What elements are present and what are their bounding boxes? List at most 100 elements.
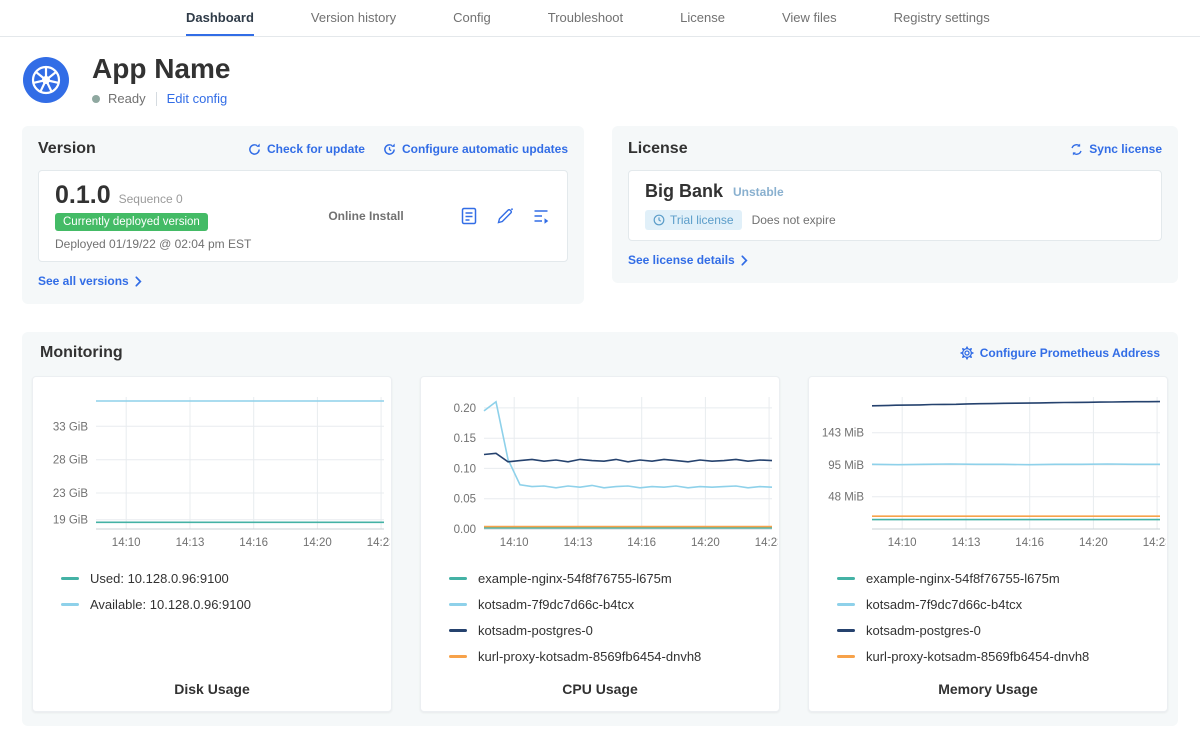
legend-label: kotsadm-postgres-0 xyxy=(478,623,593,638)
trial-license-label: Trial license xyxy=(670,213,734,227)
tab-troubleshoot[interactable]: Troubleshoot xyxy=(548,0,623,36)
app-header: App Name Ready Edit config xyxy=(22,53,1178,106)
svg-text:14:23: 14:23 xyxy=(367,537,390,549)
svg-text:14:20: 14:20 xyxy=(1079,537,1108,549)
sync-license-link[interactable]: Sync license xyxy=(1070,142,1162,156)
app-title: App Name xyxy=(92,53,230,85)
kubernetes-logo-icon xyxy=(22,56,70,104)
trial-license-badge: Trial license xyxy=(645,210,742,230)
tab-config[interactable]: Config xyxy=(453,0,491,36)
legend-item: example-nginx-54f8f76755-l675m xyxy=(449,571,779,586)
expiration-text: Does not expire xyxy=(752,213,836,227)
app-title-block: App Name Ready Edit config xyxy=(92,53,230,106)
license-box: Big Bank Unstable Trial license Does not… xyxy=(628,170,1162,241)
app-status-dot xyxy=(92,95,100,103)
tab-registry-settings[interactable]: Registry settings xyxy=(894,0,990,36)
cards-row: Version Check for update Configure autom… xyxy=(22,126,1178,304)
main-content: App Name Ready Edit config Version Check… xyxy=(0,53,1200,726)
monitoring-header: Monitoring Configure Prometheus Address xyxy=(32,344,1168,362)
version-card-title: Version xyxy=(38,140,96,158)
cpu-usage-legend: example-nginx-54f8f76755-l675mkotsadm-7f… xyxy=(449,571,779,664)
license-type-row: Trial license Does not expire xyxy=(645,210,1145,230)
license-customer-row: Big Bank Unstable xyxy=(645,181,1145,202)
install-type-label: Online Install xyxy=(273,209,459,223)
release-notes-icon[interactable] xyxy=(459,206,479,226)
legend-swatch xyxy=(61,577,79,580)
legend-item: example-nginx-54f8f76755-l675m xyxy=(837,571,1167,586)
legend-label: example-nginx-54f8f76755-l675m xyxy=(866,571,1060,586)
sequence-label: Sequence 0 xyxy=(119,192,183,206)
chevron-right-icon xyxy=(741,255,748,266)
legend-item: kotsadm-7f9dc7d66c-b4tcx xyxy=(837,597,1167,612)
svg-text:14:13: 14:13 xyxy=(176,537,205,549)
legend-label: Available: 10.128.0.96:9100 xyxy=(90,597,251,612)
svg-text:143 MiB: 143 MiB xyxy=(822,428,865,440)
see-all-versions-link[interactable]: See all versions xyxy=(38,274,142,288)
app-status-label: Ready xyxy=(108,91,146,106)
license-card: License Sync license Big Bank Unstable xyxy=(612,126,1178,283)
svg-text:0.05: 0.05 xyxy=(454,494,476,506)
see-license-details-link[interactable]: See license details xyxy=(628,253,748,267)
svg-text:0.15: 0.15 xyxy=(454,433,476,445)
app-status-row: Ready Edit config xyxy=(92,91,230,106)
chart-card-cpu-usage: 0.200.150.100.050.0014:1014:1314:1614:20… xyxy=(420,376,780,712)
legend-item: Used: 10.128.0.96:9100 xyxy=(61,571,391,586)
svg-text:14:23: 14:23 xyxy=(755,537,778,549)
legend-swatch xyxy=(837,577,855,580)
preflight-checks-icon[interactable] xyxy=(495,206,515,226)
current-version-info: 0.1.0 Sequence 0 Currently deployed vers… xyxy=(55,181,273,251)
legend-swatch xyxy=(837,603,855,606)
deploy-logs-icon[interactable] xyxy=(531,206,551,226)
version-card: Version Check for update Configure autom… xyxy=(22,126,584,304)
see-all-versions-label: See all versions xyxy=(38,274,129,288)
memory-usage-chart: 143 MiB95 MiB48 MiB14:1014:1314:1614:201… xyxy=(810,387,1166,555)
legend-label: kurl-proxy-kotsadm-8569fb6454-dnvh8 xyxy=(866,649,1089,664)
legend-swatch xyxy=(61,603,79,606)
svg-text:0.00: 0.00 xyxy=(454,524,476,536)
tab-version-history[interactable]: Version history xyxy=(311,0,396,36)
monitoring-title: Monitoring xyxy=(40,344,123,362)
version-card-header: Version Check for update Configure autom… xyxy=(38,140,568,158)
svg-text:14:16: 14:16 xyxy=(1015,537,1044,549)
check-for-update-label: Check for update xyxy=(267,142,365,156)
svg-text:28 GiB: 28 GiB xyxy=(53,455,88,467)
svg-text:33 GiB: 33 GiB xyxy=(53,421,88,433)
see-license-details-label: See license details xyxy=(628,253,735,267)
svg-text:14:16: 14:16 xyxy=(239,537,268,549)
legend-label: Used: 10.128.0.96:9100 xyxy=(90,571,229,586)
configure-prometheus-link[interactable]: Configure Prometheus Address xyxy=(960,346,1160,360)
configure-automatic-updates-link[interactable]: Configure automatic updates xyxy=(383,142,568,156)
legend-item: kotsadm-postgres-0 xyxy=(837,623,1167,638)
svg-text:14:23: 14:23 xyxy=(1143,537,1166,549)
legend-label: kotsadm-postgres-0 xyxy=(866,623,981,638)
svg-text:14:13: 14:13 xyxy=(952,537,981,549)
svg-text:14:13: 14:13 xyxy=(564,537,593,549)
divider xyxy=(156,92,157,106)
svg-text:0.10: 0.10 xyxy=(454,463,476,475)
version-action-icons xyxy=(459,206,551,226)
chevron-right-icon xyxy=(135,276,142,287)
monitoring-section: Monitoring Configure Prometheus Address … xyxy=(22,332,1178,726)
svg-text:19 GiB: 19 GiB xyxy=(53,515,88,527)
legend-label: example-nginx-54f8f76755-l675m xyxy=(478,571,672,586)
deployed-badge: Currently deployed version xyxy=(55,213,208,231)
check-for-update-link[interactable]: Check for update xyxy=(248,142,365,156)
tab-dashboard[interactable]: Dashboard xyxy=(186,0,254,36)
svg-text:95 MiB: 95 MiB xyxy=(828,460,864,472)
legend-swatch xyxy=(837,655,855,658)
chart-title-memory-usage: Memory Usage xyxy=(809,671,1167,697)
svg-text:14:10: 14:10 xyxy=(112,537,141,549)
disk-usage-chart: 33 GiB28 GiB23 GiB19 GiB14:1014:1314:161… xyxy=(34,387,390,555)
chart-title-cpu-usage: CPU Usage xyxy=(421,671,779,697)
tab-view-files[interactable]: View files xyxy=(782,0,837,36)
legend-swatch xyxy=(449,603,467,606)
version-number: 0.1.0 xyxy=(55,181,111,209)
edit-config-link[interactable]: Edit config xyxy=(167,91,228,106)
disk-usage-legend: Used: 10.128.0.96:9100 Available: 10.128.… xyxy=(61,571,391,612)
legend-swatch xyxy=(449,655,467,658)
svg-text:48 MiB: 48 MiB xyxy=(828,492,864,504)
chart-title-disk-usage: Disk Usage xyxy=(33,671,391,697)
legend-swatch xyxy=(449,629,467,632)
sync-icon xyxy=(1070,143,1083,156)
tab-license[interactable]: License xyxy=(680,0,725,36)
